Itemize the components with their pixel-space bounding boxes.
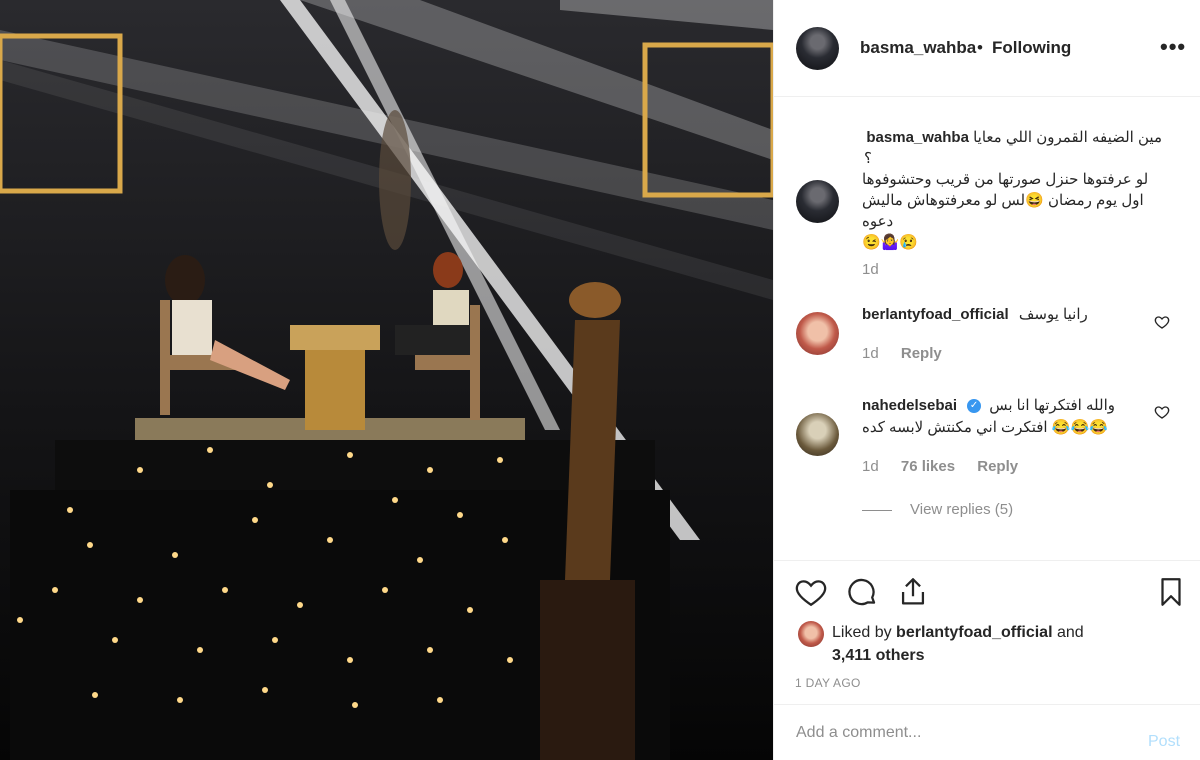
- more-options-icon[interactable]: •••: [1160, 34, 1186, 60]
- replies-divider: [862, 509, 892, 511]
- caption-line-1: مين الضيفه القمرون اللي معايا basma_wahb…: [862, 127, 1162, 148]
- comment-text-line-2: افتكرت اني مكنتش لابسه كده 😂😂😂: [862, 419, 1108, 436]
- comment-2-meta: 1d 76 likes Reply: [862, 458, 1036, 475]
- caption-meta: 1d: [862, 261, 897, 278]
- caption-avatar[interactable]: [796, 180, 839, 223]
- reply-button[interactable]: Reply: [977, 458, 1018, 475]
- heart-icon[interactable]: [794, 575, 828, 609]
- share-icon[interactable]: [896, 575, 930, 609]
- caption-line-3: لو عرفتوها حنزل صورتها من قريب وحتشوفوها: [862, 171, 1149, 188]
- liked-by-summary: Liked by berlantyfoad_official and 3,411…: [832, 621, 1132, 667]
- comment-age: 1d: [862, 345, 879, 362]
- comment-composer: Post: [774, 704, 1200, 760]
- bookmark-icon[interactable]: [1154, 575, 1188, 609]
- comment-username[interactable]: nahedelsebai: [862, 397, 957, 414]
- comment-text: رانيا يوسف: [1018, 306, 1088, 323]
- header-separator: •: [977, 38, 983, 57]
- liked-by-prefix: Liked by: [832, 624, 892, 641]
- stage-scene-image: [0, 0, 773, 760]
- post-sidebar: basma_wahba • Following ••• مين الضيفه ا…: [773, 0, 1200, 760]
- post-photo[interactable]: [0, 0, 773, 760]
- caption-username[interactable]: basma_wahba: [866, 127, 969, 148]
- following-button[interactable]: Following: [992, 38, 1071, 58]
- likes-count[interactable]: 3,411 others: [832, 647, 925, 664]
- comment-2: nahedelsebai ✓ والله افتكرتها انا بس افتك…: [862, 395, 1115, 439]
- caption-line-1-text: مين الضيفه القمرون اللي معايا: [973, 129, 1162, 146]
- like-comment-heart-icon[interactable]: [1154, 404, 1170, 420]
- comment-likes[interactable]: 76 likes: [901, 458, 955, 475]
- author-username[interactable]: basma_wahba: [860, 38, 976, 58]
- comment-username[interactable]: berlantyfoad_official: [862, 306, 1009, 323]
- post-header: basma_wahba • Following •••: [774, 0, 1200, 97]
- post-timestamp[interactable]: 1 DAY AGO: [795, 676, 861, 690]
- comment-avatar[interactable]: [796, 413, 839, 456]
- like-comment-heart-icon[interactable]: [1154, 314, 1170, 330]
- comment-1-meta: 1d Reply: [862, 345, 960, 362]
- comment-icon[interactable]: [845, 575, 879, 609]
- comment-age: 1d: [862, 458, 879, 475]
- view-replies-button[interactable]: View replies (5): [862, 501, 1013, 518]
- reply-button[interactable]: Reply: [901, 345, 942, 362]
- caption-line-5: 😢🤷‍♀️😉: [862, 234, 919, 251]
- verified-badge-icon: ✓: [967, 399, 982, 414]
- caption-line-4: اول يوم رمضان 😆لس لو معرفتوهاش ماليش دعو…: [862, 192, 1144, 230]
- caption-line-2: ؟: [864, 150, 872, 167]
- caption-text: مين الضيفه القمرون اللي معايا basma_wahb…: [862, 127, 1162, 253]
- comment-text-line-1: والله افتكرتها انا بس: [989, 397, 1116, 414]
- comments-list[interactable]: مين الضيفه القمرون اللي معايا basma_wahb…: [774, 97, 1200, 560]
- liked-by-username[interactable]: berlantyfoad_official: [896, 624, 1052, 641]
- view-replies-label: View replies (5): [910, 501, 1014, 518]
- comment-1: berlantyfoad_official رانيا يوسف: [862, 305, 1088, 323]
- liked-by-avatar[interactable]: [798, 621, 824, 647]
- post-comment-button[interactable]: Post: [1148, 733, 1180, 751]
- comment-input[interactable]: [794, 719, 1118, 747]
- caption-age: 1d: [862, 261, 879, 278]
- liked-by-suffix: and: [1056, 624, 1084, 641]
- author-avatar[interactable]: [796, 27, 839, 70]
- comment-avatar[interactable]: [796, 312, 839, 355]
- post-actions: Liked by berlantyfoad_official and 3,411…: [774, 560, 1200, 700]
